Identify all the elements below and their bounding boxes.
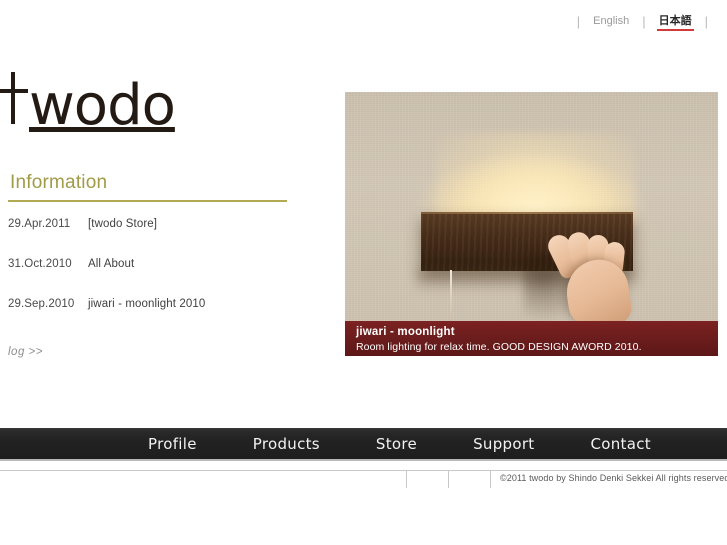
news-item[interactable]: 31.Oct.2010 All About bbox=[8, 258, 288, 298]
nav-item-support[interactable]: Support bbox=[445, 435, 562, 453]
language-separator-left: | bbox=[576, 13, 581, 29]
news-title: All About bbox=[88, 258, 135, 270]
hand-illustration bbox=[541, 229, 637, 321]
news-list: 29.Apr.2011 [twodo Store] 31.Oct.2010 Al… bbox=[8, 218, 288, 338]
pull-cord bbox=[450, 270, 452, 321]
news-date: 29.Sep.2010 bbox=[8, 298, 75, 310]
footer-divider-1 bbox=[406, 471, 407, 488]
nav-item-list: Profile Products Store Support Contact bbox=[120, 435, 679, 453]
language-separator-middle: | bbox=[642, 13, 646, 29]
hero-photo bbox=[345, 92, 718, 321]
copyright-text: ©2011 twodo by Shindo Denki Sekkei All r… bbox=[500, 473, 727, 483]
cross-t-icon bbox=[0, 72, 30, 124]
language-separator-right: | bbox=[704, 13, 708, 29]
news-title: jiwari - moonlight 2010 bbox=[88, 298, 206, 310]
page-footer: ©2011 twodo by Shindo Denki Sekkei All r… bbox=[0, 470, 727, 488]
page-root: | English | 日本語 | wodo Information 29.Ap… bbox=[0, 0, 727, 545]
hero-caption-subtitle: Room lighting for relax time. GOOD DESIG… bbox=[356, 341, 642, 353]
nav-item-store[interactable]: Store bbox=[348, 435, 445, 453]
language-option-japanese[interactable]: 日本語 bbox=[656, 11, 694, 31]
news-date: 29.Apr.2011 bbox=[8, 218, 71, 230]
information-section: Information 29.Apr.2011 [twodo Store] 31… bbox=[8, 172, 288, 360]
site-logo-text: wodo bbox=[29, 73, 176, 138]
hero-caption-title: jiwari - moonlight bbox=[356, 326, 455, 338]
nav-item-profile[interactable]: Profile bbox=[120, 435, 225, 453]
information-divider bbox=[8, 200, 287, 202]
news-item[interactable]: 29.Sep.2010 jiwari - moonlight 2010 bbox=[8, 298, 288, 338]
footer-divider-3 bbox=[490, 471, 491, 488]
information-heading: Information bbox=[10, 172, 108, 193]
language-switcher: | English | 日本語 | bbox=[566, 11, 719, 31]
news-date: 31.Oct.2010 bbox=[8, 258, 72, 270]
nav-item-products[interactable]: Products bbox=[225, 435, 348, 453]
lamp-glow bbox=[435, 132, 635, 224]
footer-divider-2 bbox=[448, 471, 449, 488]
site-logo[interactable]: wodo bbox=[0, 72, 176, 138]
main-navigation: Profile Products Store Support Contact bbox=[0, 428, 727, 461]
news-title: [twodo Store] bbox=[88, 218, 158, 230]
hero-banner[interactable]: jiwari - moonlight Room lighting for rel… bbox=[345, 92, 718, 356]
news-item[interactable]: 29.Apr.2011 [twodo Store] bbox=[8, 218, 288, 258]
log-archive-link[interactable]: log >> bbox=[8, 346, 43, 358]
nav-item-contact[interactable]: Contact bbox=[562, 435, 678, 453]
hero-caption: jiwari - moonlight Room lighting for rel… bbox=[345, 321, 718, 356]
language-option-english[interactable]: English bbox=[591, 14, 631, 28]
